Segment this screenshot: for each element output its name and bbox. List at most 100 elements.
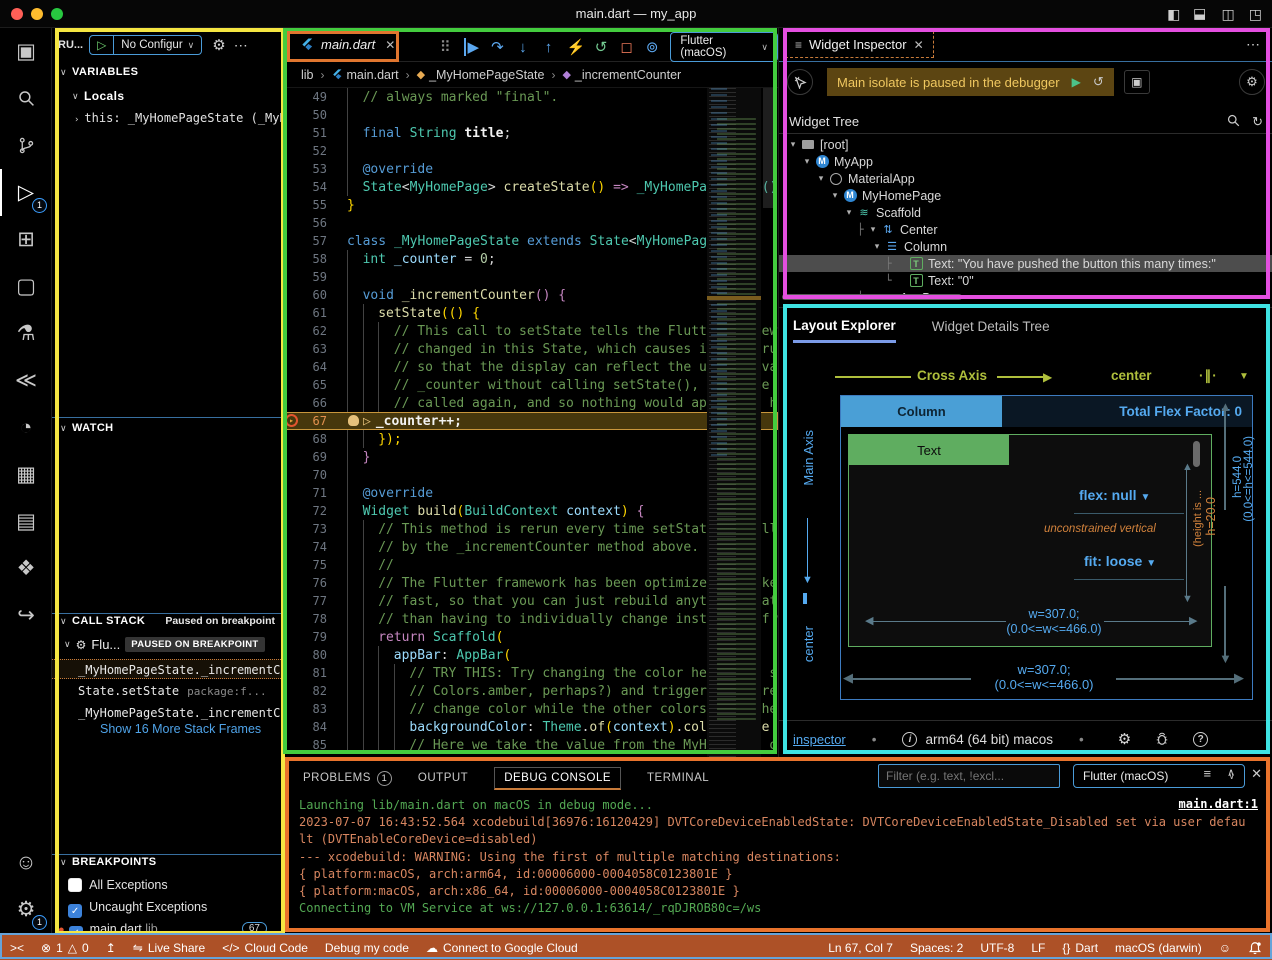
status-platform[interactable]: macOS (darwin): [1115, 941, 1202, 955]
google-cloud-icon[interactable]: ❖: [0, 545, 52, 592]
section-divider[interactable]: [52, 854, 283, 855]
line-number[interactable]: 76: [283, 574, 327, 592]
code-editor[interactable]: 49// always marked "final".5051final Str…: [283, 88, 778, 757]
breakpoint-current-frame-icon[interactable]: ▸: [285, 414, 298, 427]
code-line[interactable]: 77// fast, so that you can just rebuild …: [283, 592, 778, 610]
restart-icon[interactable]: ↺: [594, 38, 609, 56]
extensions-icon[interactable]: ⊞: [0, 216, 52, 263]
help-icon[interactable]: ?: [1193, 732, 1208, 747]
code-line[interactable]: 82// Colors.amber, perhaps?) and trigger…: [283, 682, 778, 700]
step-over-icon[interactable]: ↷: [490, 38, 505, 56]
continue-icon[interactable]: ▶: [464, 38, 480, 56]
open-widget-inspector-icon[interactable]: ⊚: [645, 38, 660, 56]
code-line[interactable]: 63// changed in this State, which causes…: [283, 340, 778, 358]
filter-icon[interactable]: ≡: [1203, 766, 1211, 782]
widget-tree-row[interactable]: ▾MMyApp: [779, 153, 1272, 170]
call-stack-frame[interactable]: State.setStatepackage:f...: [52, 681, 283, 701]
line-number[interactable]: 69: [283, 448, 327, 466]
call-stack-frame[interactable]: _MyHomePageState._incrementCounter: [52, 659, 283, 679]
line-number[interactable]: 56: [283, 214, 327, 232]
lightbulb-icon[interactable]: [348, 415, 359, 426]
cross-axis-alignment-value[interactable]: center: [1111, 368, 1152, 383]
code-line[interactable]: 57class _MyHomePageState extends State<M…: [283, 232, 778, 250]
code-line[interactable]: 68});: [283, 430, 778, 448]
code-line[interactable]: 69}: [283, 448, 778, 466]
code-line[interactable]: 76// The Flutter framework has been opti…: [283, 574, 778, 592]
chevron-down-icon[interactable]: ▾: [843, 207, 855, 218]
text-widget-header[interactable]: Text: [849, 435, 1009, 465]
widget-tree-row[interactable]: ▾[root]: [779, 136, 1272, 153]
status-publish[interactable]: ↥: [106, 941, 116, 955]
inspector-settings-gear-icon[interactable]: ⚙: [1239, 69, 1265, 95]
close-panel-icon[interactable]: ✕: [1251, 766, 1262, 782]
code-line[interactable]: 78// than having to individually change …: [283, 610, 778, 628]
accounts-icon[interactable]: ☺: [0, 839, 52, 886]
line-number[interactable]: 64: [283, 358, 327, 376]
tab-main-dart[interactable]: main.dart ✕: [291, 32, 405, 57]
minimap[interactable]: [707, 88, 761, 757]
search-icon[interactable]: [0, 75, 52, 122]
line-number[interactable]: 54: [283, 178, 327, 196]
locals-scope[interactable]: ∨Locals: [72, 89, 283, 103]
hot-reload-icon[interactable]: ↺: [1093, 74, 1104, 90]
hot-reload-icon[interactable]: ⚡: [567, 38, 583, 56]
step-out-icon[interactable]: ↑: [541, 39, 556, 56]
docker-icon[interactable]: ▤: [0, 498, 52, 545]
code-line[interactable]: 65// _counter without calling setState()…: [283, 376, 778, 394]
status-eol[interactable]: LF: [1031, 941, 1045, 955]
breakpoint-item[interactable]: ✓Uncaught Exceptions: [58, 900, 277, 920]
status-problems-summary[interactable]: ⊗1△0: [41, 941, 89, 955]
code-line[interactable]: 80appBar: AppBar(: [283, 646, 778, 664]
code-line[interactable]: 64// so that the display can reflect the…: [283, 358, 778, 376]
source-control-icon[interactable]: [0, 122, 52, 169]
code-line[interactable]: 79return Scaffold(: [283, 628, 778, 646]
column-widget-header[interactable]: Column: [841, 396, 1002, 427]
line-number[interactable]: 71: [283, 484, 327, 502]
inspector-page-link[interactable]: inspector: [793, 732, 846, 747]
code-line[interactable]: 81// TRY THIS: Try changing the color he…: [283, 664, 778, 682]
source-location-link[interactable]: main.dart:1: [1179, 797, 1258, 811]
line-number[interactable]: 75: [283, 556, 327, 574]
explorer-icon[interactable]: ▣: [0, 28, 52, 75]
breakpoint-checkbox[interactable]: [68, 878, 82, 892]
chevron-down-icon[interactable]: ▾: [815, 173, 827, 184]
editor-scrollbar[interactable]: [763, 88, 773, 208]
widget-tree-row[interactable]: ▾MMyHomePage: [779, 187, 1272, 204]
refresh-tree-icon[interactable]: ↻: [1252, 114, 1263, 130]
line-number[interactable]: 72: [283, 502, 327, 520]
code-line[interactable]: 59: [283, 268, 778, 286]
chevron-down-icon[interactable]: ▾: [871, 241, 883, 252]
code-line[interactable]: 72Widget build(BuildContext context) {: [283, 502, 778, 520]
line-number[interactable]: 61: [283, 304, 327, 322]
line-number[interactable]: 83: [283, 700, 327, 718]
code-line[interactable]: 61setState(() {: [283, 304, 778, 322]
breadcrumb-item-incrementcounter[interactable]: ◆_incrementCounter: [562, 68, 681, 82]
breakpoint-item[interactable]: All Exceptions: [58, 878, 277, 898]
debug-session-label[interactable]: Flu...: [91, 637, 120, 652]
console-filter-input[interactable]: [878, 764, 1060, 788]
line-number[interactable]: 59: [283, 268, 327, 286]
cloud-build-icon[interactable]: ▦: [0, 451, 52, 498]
drag-grip-icon[interactable]: ⠿: [438, 38, 453, 56]
screenshot-button[interactable]: ▣: [1124, 70, 1150, 94]
line-number[interactable]: 78: [283, 610, 327, 628]
share-icon[interactable]: ↪: [0, 592, 52, 639]
chevron-down-icon[interactable]: ▾: [867, 224, 879, 235]
line-number[interactable]: 52: [283, 142, 327, 160]
chevron-down-icon[interactable]: ▼: [1239, 371, 1249, 382]
tab-output[interactable]: OUTPUT: [418, 772, 468, 784]
widget-tree-row[interactable]: ├TText: "You have pushed the button this…: [779, 255, 1272, 272]
chevron-down-icon[interactable]: ▾: [829, 190, 841, 201]
devtools-settings-gear-icon[interactable]: ⚙: [1118, 730, 1131, 748]
chevron-down-icon[interactable]: ∨: [64, 639, 71, 650]
code-line[interactable]: 71@override: [283, 484, 778, 502]
widget-tree-row[interactable]: └TText: "0": [779, 272, 1272, 289]
remote-explorer-icon[interactable]: ▢: [0, 263, 52, 310]
breadcrumb-item-lib[interactable]: lib: [301, 68, 314, 82]
tab-widget-inspector[interactable]: ≡ Widget Inspector ✕: [785, 31, 934, 58]
call-stack-frame[interactable]: _MyHomePageState._incrementCounter: [52, 703, 283, 723]
start-debug-button[interactable]: ▷: [90, 36, 114, 54]
code-line[interactable]: 85// Here we take the value from the MyH…: [283, 736, 778, 754]
main-axis-alignment-value[interactable]: center: [801, 626, 816, 662]
line-number[interactable]: 49: [283, 88, 327, 106]
